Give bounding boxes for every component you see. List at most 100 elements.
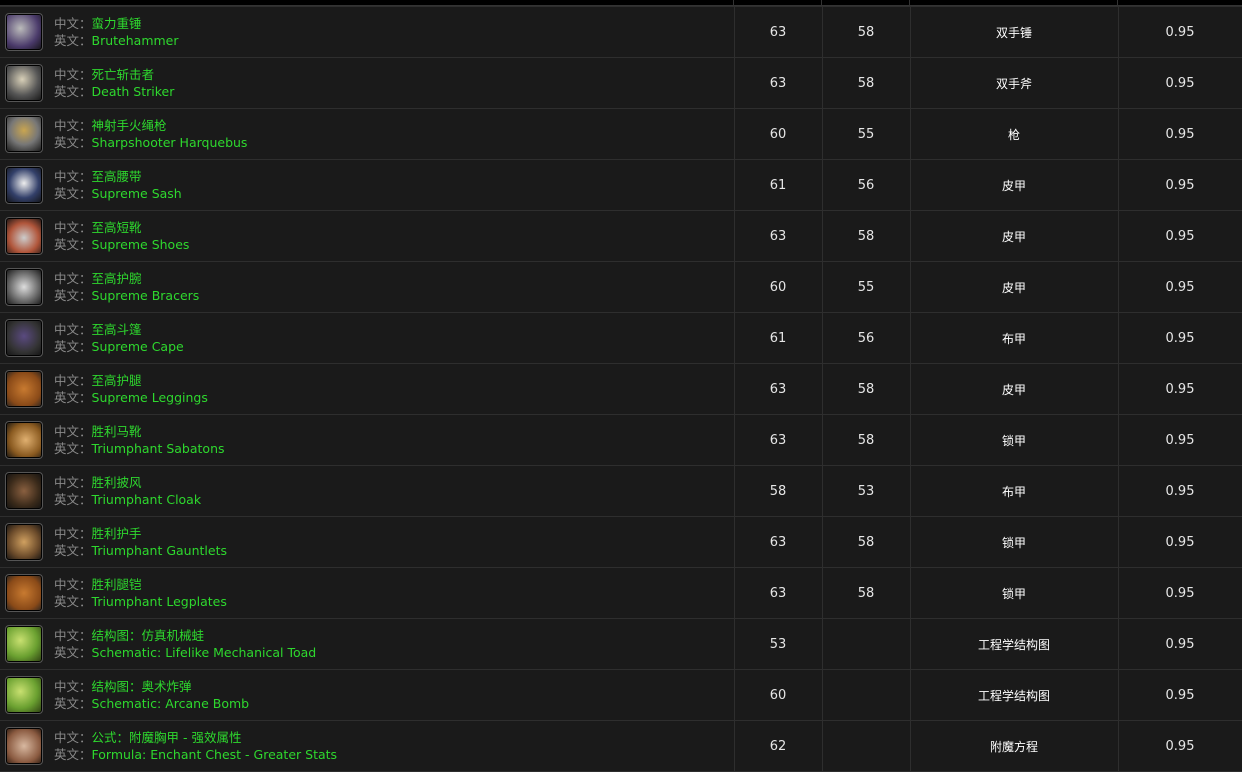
table-row[interactable]: 中文：结构图：仿真机械蛙 英文：Schematic: Lifelike Mech… bbox=[0, 618, 1242, 670]
item-level: 63 bbox=[733, 567, 823, 619]
item-name-cn[interactable]: 胜利腿铠 bbox=[92, 577, 142, 592]
gun-icon[interactable] bbox=[5, 115, 43, 153]
item-cell: 中文：至高护腕 英文：Supreme Bracers bbox=[0, 261, 735, 313]
legplates-icon[interactable] bbox=[5, 574, 43, 612]
two-handed-mace-icon[interactable] bbox=[5, 13, 43, 51]
item-name-cn[interactable]: 神射手火绳枪 bbox=[92, 118, 167, 133]
formula-scroll-icon[interactable] bbox=[5, 727, 43, 765]
en-label: 英文： bbox=[54, 594, 92, 609]
item-cell: 中文：至高短靴 英文：Supreme Shoes bbox=[0, 210, 735, 262]
table-row[interactable]: 中文：死亡斩击者 英文：Death Striker 63 58 双手斧 0.95 bbox=[0, 57, 1242, 109]
cn-label: 中文： bbox=[54, 526, 92, 541]
item-name-cn[interactable]: 死亡斩击者 bbox=[92, 67, 155, 82]
item-name-en[interactable]: Supreme Bracers bbox=[92, 288, 200, 303]
cn-label: 中文： bbox=[54, 220, 92, 235]
item-name-cn[interactable]: 胜利护手 bbox=[92, 526, 142, 541]
required-level: 56 bbox=[821, 312, 911, 364]
item-name-cn[interactable]: 蛮力重锤 bbox=[92, 16, 142, 31]
cn-label: 中文： bbox=[54, 475, 92, 490]
item-cell: 中文：公式：附魔胸甲 - 强效属性 英文：Formula: Enchant Ch… bbox=[0, 720, 735, 772]
item-name-cn[interactable]: 结构图：奥术炸弹 bbox=[92, 679, 192, 694]
item-cell: 中文：结构图：奥术炸弹 英文：Schematic: Arcane Bomb bbox=[0, 669, 735, 721]
item-level: 60 bbox=[733, 108, 823, 160]
item-type: 皮甲 bbox=[909, 363, 1119, 415]
item-name-cn[interactable]: 至高护腕 bbox=[92, 271, 142, 286]
cn-label: 中文： bbox=[54, 373, 92, 388]
item-name-en[interactable]: Triumphant Gauntlets bbox=[92, 543, 228, 558]
en-label: 英文： bbox=[54, 696, 92, 711]
item-name-cn[interactable]: 胜利马靴 bbox=[92, 424, 142, 439]
item-cell: 中文：神射手火绳枪 英文：Sharpshooter Harquebus bbox=[0, 108, 735, 160]
required-level bbox=[821, 618, 911, 670]
table-row[interactable]: 中文：胜利护手 英文：Triumphant Gauntlets 63 58 锁甲… bbox=[0, 516, 1242, 568]
sabatons-icon[interactable] bbox=[5, 421, 43, 459]
item-level: 63 bbox=[733, 6, 823, 58]
drop-rate: 0.95 bbox=[1117, 516, 1242, 568]
item-name-en[interactable]: Schematic: Arcane Bomb bbox=[92, 696, 250, 711]
drop-rate: 0.95 bbox=[1117, 57, 1242, 109]
required-level bbox=[821, 720, 911, 772]
schematic-icon[interactable] bbox=[5, 676, 43, 714]
item-name-en[interactable]: Brutehammer bbox=[92, 33, 179, 48]
table-row[interactable]: 中文：至高腰带 英文：Supreme Sash 61 56 皮甲 0.95 bbox=[0, 159, 1242, 211]
cn-label: 中文： bbox=[54, 16, 92, 31]
item-name-cn[interactable]: 结构图：仿真机械蛙 bbox=[92, 628, 205, 643]
item-cell: 中文：胜利护手 英文：Triumphant Gauntlets bbox=[0, 516, 735, 568]
item-name-en[interactable]: Triumphant Cloak bbox=[92, 492, 202, 507]
item-type: 皮甲 bbox=[909, 210, 1119, 262]
table-row[interactable]: 中文：公式：附魔胸甲 - 强效属性 英文：Formula: Enchant Ch… bbox=[0, 720, 1242, 772]
bracers-icon[interactable] bbox=[5, 268, 43, 306]
item-name-en[interactable]: Sharpshooter Harquebus bbox=[92, 135, 248, 150]
item-name-cn[interactable]: 至高斗篷 bbox=[92, 322, 142, 337]
drop-rate: 0.95 bbox=[1117, 465, 1242, 517]
table-row[interactable]: 中文：胜利马靴 英文：Triumphant Sabatons 63 58 锁甲 … bbox=[0, 414, 1242, 466]
table-row[interactable]: 中文：至高护腿 英文：Supreme Leggings 63 58 皮甲 0.9… bbox=[0, 363, 1242, 415]
table-row[interactable]: 中文：至高斗篷 英文：Supreme Cape 61 56 布甲 0.95 bbox=[0, 312, 1242, 364]
gauntlets-icon[interactable] bbox=[5, 523, 43, 561]
item-name-en[interactable]: Death Striker bbox=[92, 84, 175, 99]
table-row[interactable]: 中文：胜利腿铠 英文：Triumphant Legplates 63 58 锁甲… bbox=[0, 567, 1242, 619]
item-type: 皮甲 bbox=[909, 261, 1119, 313]
item-table: 中文：蛮力重锤 英文：Brutehammer 63 58 双手锤 0.95 中文… bbox=[0, 6, 1242, 772]
item-type: 锁甲 bbox=[909, 516, 1119, 568]
drop-rate: 0.95 bbox=[1117, 567, 1242, 619]
item-level: 63 bbox=[733, 363, 823, 415]
item-name-cn[interactable]: 至高腰带 bbox=[92, 169, 142, 184]
table-row[interactable]: 中文：结构图：奥术炸弹 英文：Schematic: Arcane Bomb 60… bbox=[0, 669, 1242, 721]
item-name-en[interactable]: Supreme Cape bbox=[92, 339, 184, 354]
table-row[interactable]: 中文：蛮力重锤 英文：Brutehammer 63 58 双手锤 0.95 bbox=[0, 6, 1242, 58]
required-level: 58 bbox=[821, 363, 911, 415]
cloak-icon[interactable] bbox=[5, 472, 43, 510]
required-level: 58 bbox=[821, 210, 911, 262]
item-type: 附魔方程 bbox=[909, 720, 1119, 772]
table-row[interactable]: 中文：神射手火绳枪 英文：Sharpshooter Harquebus 60 5… bbox=[0, 108, 1242, 160]
table-row[interactable]: 中文：胜利披风 英文：Triumphant Cloak 58 53 布甲 0.9… bbox=[0, 465, 1242, 517]
item-cell: 中文：结构图：仿真机械蛙 英文：Schematic: Lifelike Mech… bbox=[0, 618, 735, 670]
required-level: 58 bbox=[821, 516, 911, 568]
item-name-en[interactable]: Triumphant Sabatons bbox=[92, 441, 225, 456]
two-handed-axe-icon[interactable] bbox=[5, 64, 43, 102]
cn-label: 中文： bbox=[54, 118, 92, 133]
item-name-en[interactable]: Formula: Enchant Chest - Greater Stats bbox=[92, 747, 338, 762]
required-level: 55 bbox=[821, 261, 911, 313]
cape-icon[interactable] bbox=[5, 319, 43, 357]
drop-rate: 0.95 bbox=[1117, 6, 1242, 58]
item-name-en[interactable]: Supreme Shoes bbox=[92, 237, 190, 252]
item-type: 皮甲 bbox=[909, 159, 1119, 211]
schematic-icon[interactable] bbox=[5, 625, 43, 663]
item-name-en[interactable]: Supreme Leggings bbox=[92, 390, 208, 405]
leggings-icon[interactable] bbox=[5, 370, 43, 408]
item-cell: 中文：至高护腿 英文：Supreme Leggings bbox=[0, 363, 735, 415]
belt-icon[interactable] bbox=[5, 166, 43, 204]
item-name-en[interactable]: Triumphant Legplates bbox=[92, 594, 227, 609]
item-name-cn[interactable]: 胜利披风 bbox=[92, 475, 142, 490]
item-name-cn[interactable]: 至高短靴 bbox=[92, 220, 142, 235]
item-name-en[interactable]: Supreme Sash bbox=[92, 186, 182, 201]
table-row[interactable]: 中文：至高短靴 英文：Supreme Shoes 63 58 皮甲 0.95 bbox=[0, 210, 1242, 262]
table-row[interactable]: 中文：至高护腕 英文：Supreme Bracers 60 55 皮甲 0.95 bbox=[0, 261, 1242, 313]
drop-rate: 0.95 bbox=[1117, 108, 1242, 160]
item-name-en[interactable]: Schematic: Lifelike Mechanical Toad bbox=[92, 645, 317, 660]
item-name-cn[interactable]: 至高护腿 bbox=[92, 373, 142, 388]
item-name-cn[interactable]: 公式：附魔胸甲 - 强效属性 bbox=[92, 730, 242, 745]
boots-icon[interactable] bbox=[5, 217, 43, 255]
